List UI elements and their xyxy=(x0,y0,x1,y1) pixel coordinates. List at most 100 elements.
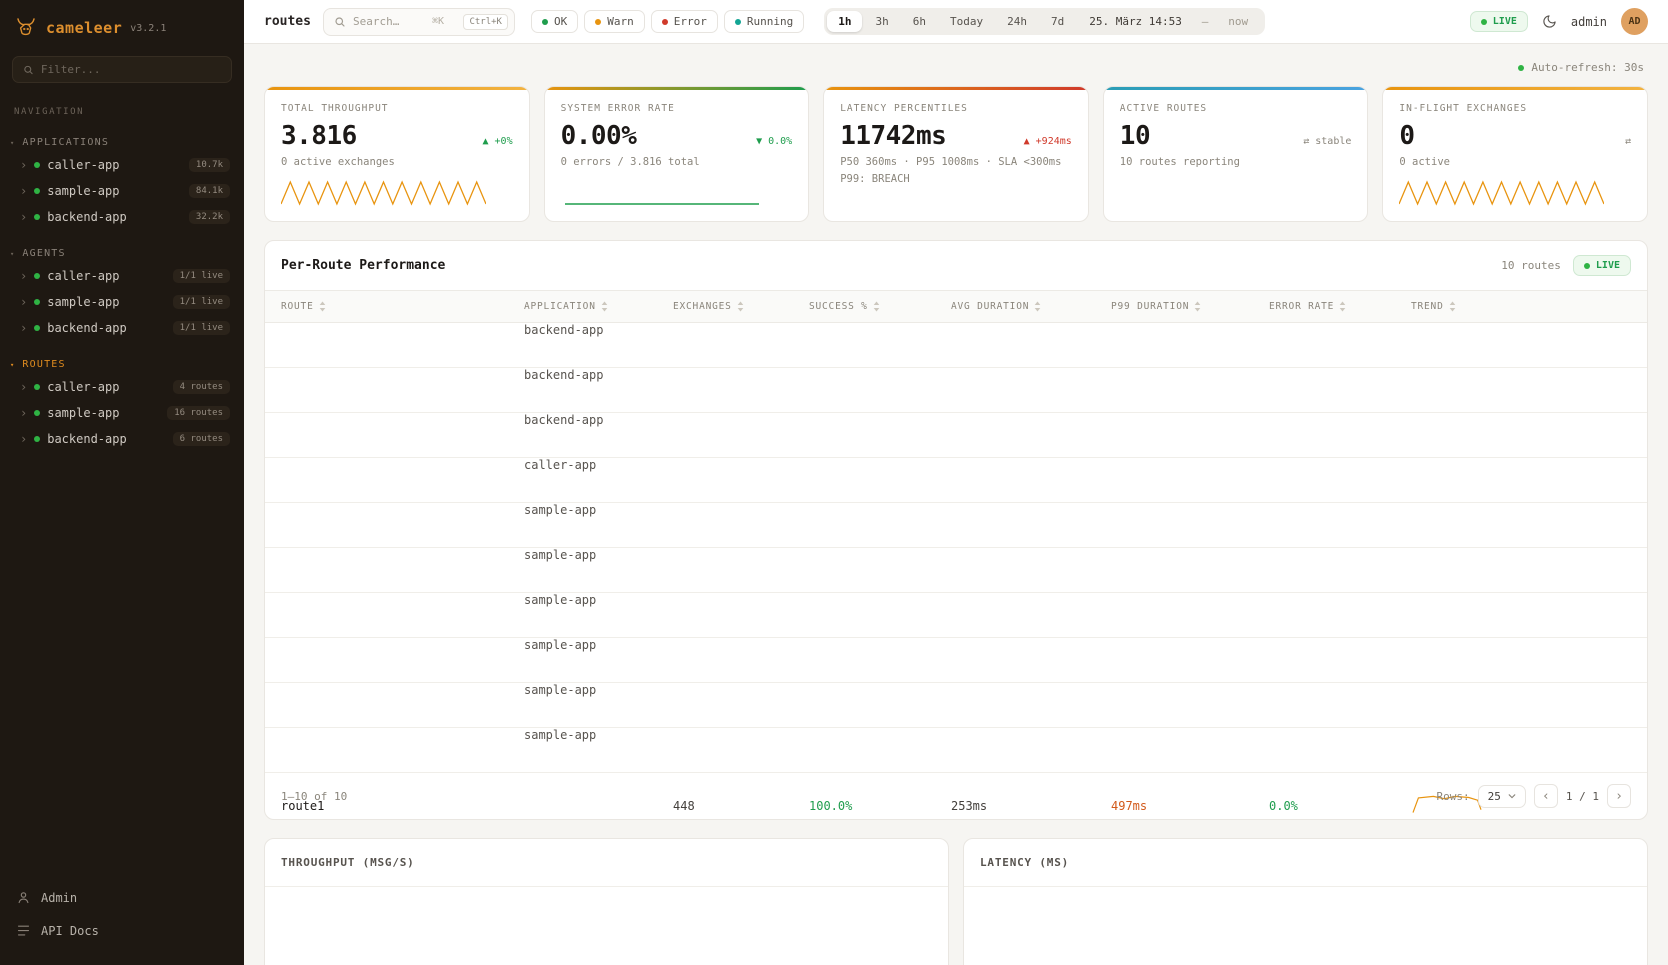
sidebar-item-admin[interactable]: Admin xyxy=(0,881,244,914)
column-header-route[interactable]: ROUTE xyxy=(281,291,524,322)
range-button-7d[interactable]: 7d xyxy=(1040,11,1075,32)
sidebar-item-routes-sample-app[interactable]: › sample-app 16 routes xyxy=(0,400,244,426)
autorefresh-dot xyxy=(1518,65,1524,71)
status-dot xyxy=(34,299,40,305)
chevron-right-icon: › xyxy=(20,407,27,419)
theme-toggle-button[interactable] xyxy=(1542,14,1557,29)
table-row-error-handling-test[interactable]: error-handling-test sample-app 239 100.0… xyxy=(265,638,1647,683)
caret-down-icon: ▾ xyxy=(10,250,15,258)
sidebar-item-label: sample-app xyxy=(47,295,119,309)
column-header-trend[interactable]: TREND xyxy=(1411,291,1647,322)
status-dot xyxy=(34,436,40,442)
section-header-agents[interactable]: ▾AGENTS xyxy=(0,244,244,263)
status-dot xyxy=(735,19,741,25)
sort-icon xyxy=(1194,301,1201,312)
filter-chip-ok[interactable]: OK xyxy=(531,10,578,33)
logo-version: v3.2.1 xyxy=(130,23,166,34)
sidebar-item-routes-caller-app[interactable]: › caller-app 4 routes xyxy=(0,374,244,400)
sidebar-item-label: sample-app xyxy=(47,406,119,420)
card-value: 11742ms xyxy=(840,121,946,151)
card-label: IN-FLIGHT EXCHANGES xyxy=(1399,103,1631,114)
range-button-today[interactable]: Today xyxy=(939,11,994,32)
status-dot xyxy=(662,19,668,25)
card-delta: ⇄ xyxy=(1625,136,1631,147)
admin-icon xyxy=(16,890,31,905)
range-button-1h[interactable]: 1h xyxy=(827,11,862,32)
column-header-p99-duration[interactable]: P99 DURATION xyxy=(1111,291,1269,322)
prev-page-button[interactable]: ‹ xyxy=(1534,784,1558,808)
column-header-success[interactable]: SUCCESS % xyxy=(809,291,951,322)
sidebar-item-applications-backend-app[interactable]: › backend-app 32.2k xyxy=(0,204,244,230)
sort-icon xyxy=(873,301,880,312)
row-range-label: 1–10 of 10 xyxy=(281,790,347,803)
section-header-routes[interactable]: ▾ROUTES xyxy=(0,355,244,374)
chart-body xyxy=(265,887,948,965)
time-range-bar: 1h 3h 6h Today 24h 7d 25. März 14:53 — n… xyxy=(824,8,1265,35)
sidebar-item-agents-sample-app[interactable]: › sample-app 1/1 live xyxy=(0,289,244,315)
column-header-application[interactable]: APPLICATION xyxy=(524,291,673,322)
filter-chip-error[interactable]: Error xyxy=(651,10,718,33)
table-row-file-processing[interactable]: file-processing sample-app 256 100.0% 50… xyxy=(265,683,1647,728)
autorefresh-indicator: Auto-refresh: 30s xyxy=(264,44,1648,86)
range-button-6h[interactable]: 6h xyxy=(902,11,937,32)
table-row-product-caller[interactable]: product-caller caller-app 448 100.0% 768… xyxy=(265,458,1647,503)
column-header-error-rate[interactable]: ERROR RATE xyxy=(1269,291,1411,322)
sidebar-item-api-docs[interactable]: API Docs xyxy=(0,914,244,947)
card-label: ACTIVE ROUTES xyxy=(1120,103,1352,114)
stat-card-total-throughput: TOTAL THROUGHPUT 3.816 ▲ +0% 0 active ex… xyxy=(264,86,530,222)
column-header-exchanges[interactable]: EXCHANGES xyxy=(673,291,809,322)
sidebar-item-agents-backend-app[interactable]: › backend-app 1/1 live xyxy=(0,315,244,341)
next-page-button[interactable]: › xyxy=(1607,784,1631,808)
rows-per-page-select[interactable]: 25 xyxy=(1478,785,1526,808)
count-badge: 6 routes xyxy=(173,432,230,446)
table-row-data-gen-nested-split[interactable]: data-gen-nested-split sample-app 199 100… xyxy=(265,548,1647,593)
filter-chip-running[interactable]: Running xyxy=(724,10,804,33)
datetime-display[interactable]: 25. März 14:53 — now xyxy=(1075,15,1262,28)
throughput-chart-panel: THROUGHPUT (MSG/S) xyxy=(264,838,949,965)
filter-chip-warn[interactable]: Warn xyxy=(584,10,645,33)
card-accent-bar xyxy=(824,87,1088,90)
count-badge: 4 routes xyxy=(173,380,230,394)
sidebar-item-agents-caller-app[interactable]: › caller-app 1/1 live xyxy=(0,263,244,289)
search-input[interactable] xyxy=(353,15,425,28)
card-delta: ▲ +924ms xyxy=(1024,136,1072,147)
search-icon xyxy=(23,64,34,76)
filter-input[interactable] xyxy=(41,63,221,76)
sidebar-filter[interactable] xyxy=(12,56,232,83)
section-header-applications[interactable]: ▾APPLICATIONS xyxy=(0,133,244,152)
sidebar-item-applications-sample-app[interactable]: › sample-app 84.1k xyxy=(0,178,244,204)
live-badge: LIVE xyxy=(1470,11,1528,32)
table-row-route1[interactable]: route1 backend-app 448 100.0% 253ms 497m… xyxy=(265,323,1647,368)
avatar[interactable]: AD xyxy=(1621,8,1648,35)
sidebar-item-label: sample-app xyxy=(47,184,119,198)
chevron-right-icon: › xyxy=(20,381,27,393)
topbar: routes ⌘K Ctrl+K OK Warn Error Running 1… xyxy=(244,0,1668,44)
range-button-3h[interactable]: 3h xyxy=(864,11,899,32)
sidebar-item-label: backend-app xyxy=(47,210,126,224)
global-search[interactable]: ⌘K Ctrl+K xyxy=(323,8,515,36)
card-delta: ▲ +0% xyxy=(482,136,512,147)
logo[interactable]: cameleer v3.2.1 xyxy=(0,0,244,52)
table-row-route2[interactable]: route2 backend-app 448 100.0% 257ms 500m… xyxy=(265,368,1647,413)
count-badge: 1/1 live xyxy=(173,269,230,283)
table-row-data-gen-files[interactable]: data-gen-files sample-app 256 100.0% 1ms… xyxy=(265,503,1647,548)
column-header-avg-duration[interactable]: AVG DURATION xyxy=(951,291,1111,322)
stat-card-in-flight-exchanges: IN-FLIGHT EXCHANGES 0 ⇄ 0 active xyxy=(1382,86,1648,222)
range-buttons: 1h 3h 6h Today 24h 7d xyxy=(827,11,1075,32)
cameleer-logo-icon xyxy=(14,16,38,40)
search-icon xyxy=(334,16,346,28)
table-row-timer-heartbeat[interactable]: timer-heartbeat sample-app 716 100.0% 50… xyxy=(265,728,1647,773)
table-row-route3[interactable]: route3 backend-app 448 100.0% 253ms 498m… xyxy=(265,413,1647,458)
search-shortcut-hint: ⌘K xyxy=(432,16,444,27)
card-subtext-2: P99: BREACH xyxy=(840,173,1072,185)
card-label: SYSTEM ERROR RATE xyxy=(561,103,793,114)
chevron-right-icon: › xyxy=(20,270,27,282)
sidebar-item-label: backend-app xyxy=(47,321,126,335)
range-button-24h[interactable]: 24h xyxy=(996,11,1038,32)
sidebar-item-applications-caller-app[interactable]: › caller-app 10.7k xyxy=(0,152,244,178)
sidebar-item-routes-backend-app[interactable]: › backend-app 6 routes xyxy=(0,426,244,452)
table-row-data-gen-orders[interactable]: data-gen-orders sample-app 358 100.0% 14… xyxy=(265,593,1647,638)
card-subtext: 10 routes reporting xyxy=(1120,156,1352,168)
logo-name: cameleer xyxy=(46,19,122,37)
card-delta: ▼ 0.0% xyxy=(756,136,792,147)
